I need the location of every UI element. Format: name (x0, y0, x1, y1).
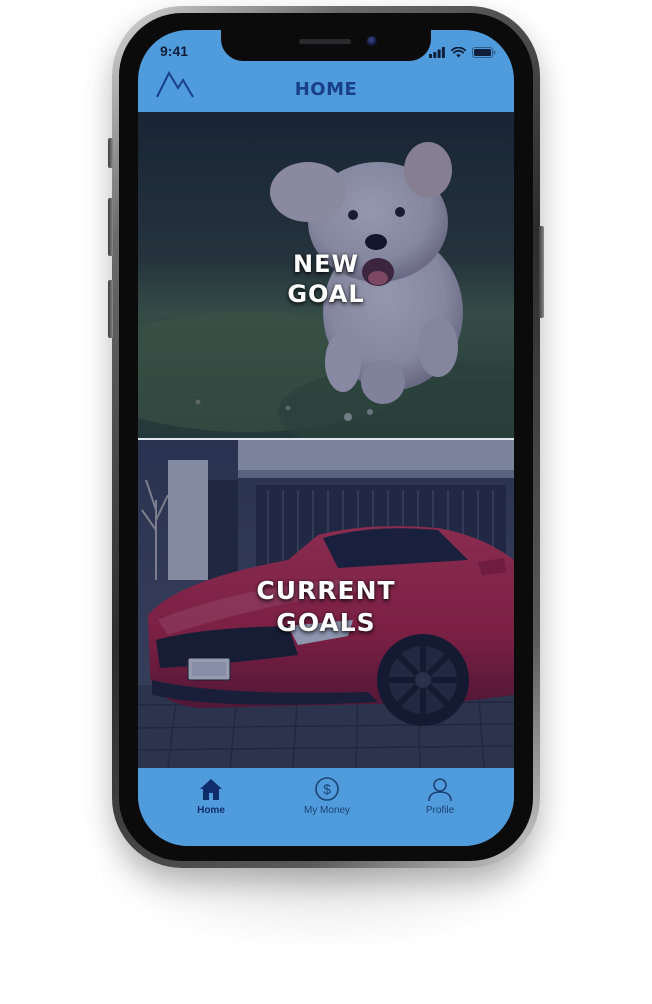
status-icons (429, 43, 496, 62)
new-goal-label: NEW GOAL (138, 249, 514, 309)
power-button (539, 226, 544, 318)
battery-icon (472, 43, 496, 62)
tab-home-label: Home (197, 805, 225, 816)
earpiece-speaker (299, 39, 351, 44)
user-icon (385, 776, 495, 802)
wifi-icon (450, 43, 467, 62)
svg-text:$: $ (323, 781, 331, 797)
status-time: 9:41 (160, 43, 189, 59)
tab-home[interactable]: Home (156, 776, 266, 820)
cellular-signal-icon (429, 43, 445, 62)
bottom-tab-bar: Home $ My Money Profile (138, 768, 514, 846)
mockup-stage: 9:41 HOME NEW GOAL CURRENT GOALS Home $ … (0, 0, 652, 1004)
current-goals-label-line1: CURRENT (256, 576, 396, 605)
new-goal-label-line2: GOAL (287, 280, 365, 308)
current-goals-label-line2: GOALS (276, 608, 376, 637)
new-goal-label-line1: NEW (293, 250, 359, 278)
tab-my-money[interactable]: $ My Money (272, 776, 382, 820)
volume-up-button (108, 198, 113, 256)
front-camera (367, 36, 377, 46)
phone-screen: 9:41 HOME NEW GOAL CURRENT GOALS Home $ … (138, 30, 514, 846)
dollar-circle-icon: $ (272, 776, 382, 802)
current-goals-tile[interactable]: CURRENT GOALS (138, 440, 514, 768)
page-title: HOME (294, 79, 358, 100)
app-header: HOME (138, 66, 514, 112)
tab-profile-label: Profile (425, 805, 455, 816)
volume-down-button (108, 280, 113, 338)
tab-my-money-label: My Money (303, 805, 351, 816)
silent-switch (108, 138, 113, 168)
new-goal-tile[interactable]: NEW GOAL (138, 112, 514, 438)
current-goals-label: CURRENT GOALS (138, 575, 514, 639)
home-icon (156, 776, 266, 802)
tab-profile[interactable]: Profile (385, 776, 495, 820)
notch (221, 30, 431, 61)
